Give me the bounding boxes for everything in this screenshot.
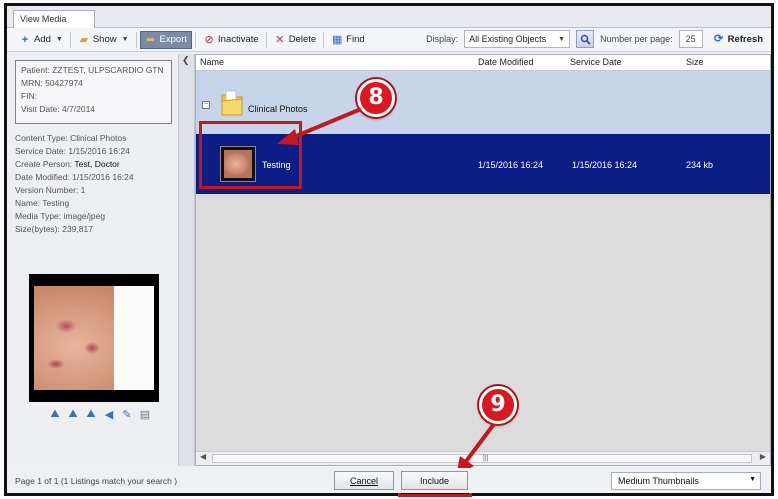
content-type: Content Type: Clinical Photos — [15, 133, 127, 143]
column-header-size[interactable]: Size — [686, 57, 704, 67]
toolbar-divider — [69, 31, 71, 48]
image-viewer-tools: ⛰ ⛰ ⛰ ◀ ✎ ▤ — [49, 408, 151, 421]
media-properties: Content Type: Clinical Photos Service Da… — [15, 132, 175, 236]
cancel-button[interactable]: Cancel — [334, 471, 394, 490]
export-icon: ➦ — [145, 33, 156, 46]
media-size: Size(bytes): 239,817 — [15, 224, 93, 234]
column-header-date-modified[interactable]: Date Modified — [478, 57, 534, 67]
no-entry-icon: ⊘ — [204, 33, 214, 46]
image-preview — [29, 274, 159, 402]
create-person: Create Person: Test, Doctor — [15, 158, 175, 171]
list-header: Name Date Modified Service Date Size — [196, 55, 770, 71]
media-details-panel: Patient: ZZTEST, ULPSCARDIO GTN MRN: 504… — [9, 54, 179, 466]
chevron-down-icon: ▼ — [749, 476, 756, 483]
toolbar-divider — [323, 31, 325, 48]
find-icon: ▦ — [331, 33, 343, 46]
column-header-service-date[interactable]: Service Date — [570, 57, 622, 67]
annotate-icon[interactable]: ✎ — [121, 408, 133, 421]
rotate-icon[interactable]: ◀ — [103, 408, 115, 421]
search-icon — [580, 34, 591, 45]
patient-mrn: MRN: 50427974 — [21, 78, 83, 88]
folder-icon — [221, 90, 243, 116]
group-label: Clinical Photos — [248, 104, 308, 114]
chevron-down-icon: ▼ — [121, 36, 129, 43]
tab-strip: View Media — [7, 6, 771, 28]
display-value: All Existing Objects — [469, 34, 547, 44]
patient-banner: Patient: ZZTEST, ULPSCARDIO GTN MRN: 504… — [15, 60, 172, 124]
fit-icon[interactable]: ⛰ — [85, 408, 97, 421]
delete-label: Delete — [288, 34, 317, 45]
patient-fin: FIN: — [21, 91, 38, 101]
export-button[interactable]: ➦ Export — [139, 30, 193, 49]
per-page-label: Number per page: — [600, 34, 673, 44]
callout-badge-8: 8 — [357, 79, 395, 117]
tab-view-media[interactable]: View Media — [13, 10, 95, 28]
show-label: Show — [92, 34, 117, 45]
scroll-right-icon[interactable]: ▶ — [760, 452, 766, 461]
cancel-label: Cancel — [349, 475, 378, 486]
scrollbar-thumb[interactable]: ||| — [212, 454, 752, 463]
inactivate-button[interactable]: ⊘ Inactivate — [199, 31, 263, 49]
horizontal-scrollbar[interactable]: ◀ ||| ▶ — [196, 451, 770, 465]
chevron-down-icon: ▼ — [55, 36, 63, 43]
delete-x-icon: ✕ — [275, 33, 285, 46]
create-person-label: Create Person: — [15, 159, 73, 169]
preview-photo — [34, 286, 154, 390]
item-date-modified: 1/15/2016 16:24 — [478, 160, 544, 170]
inactivate-label: Inactivate — [218, 34, 259, 45]
bottom-bar: Page 1 of 1 (1 Listings match your searc… — [7, 468, 771, 493]
visit-date: Visit Date: 4/7/2014 — [21, 104, 96, 114]
show-button[interactable]: ▰ Show ▼ — [74, 31, 133, 49]
media-name: Name: Testing — [15, 198, 70, 208]
toolbar: + Add ▼ ▰ Show ▼ ➦ Export ⊘ Inactivate ✕… — [7, 28, 771, 52]
refresh-button[interactable]: ⟳ Refresh — [709, 30, 767, 48]
search-button[interactable] — [576, 30, 595, 48]
export-label: Export — [159, 34, 188, 45]
view-media-window: View Media + Add ▼ ▰ Show ▼ ➦ Export ⊘ I… — [4, 3, 774, 497]
chevron-down-icon: ▼ — [558, 35, 566, 43]
column-header-name[interactable]: Name — [200, 57, 224, 67]
callout-badge-9: 9 — [479, 386, 517, 424]
include-button[interactable]: Include — [401, 471, 468, 490]
view-mode-select[interactable]: Medium Thumbnails ▼ — [611, 472, 761, 490]
display-select[interactable]: All Existing Objects ▼ — [464, 30, 571, 48]
find-label: Find — [346, 34, 365, 45]
plus-icon: + — [21, 33, 29, 46]
service-date: Service Date: 1/15/2016 16:24 — [15, 146, 130, 156]
save-icon[interactable]: ▤ — [139, 408, 151, 421]
version-number: Version Number: 1 — [15, 185, 86, 195]
grip-icon: ||| — [483, 455, 489, 462]
toolbar-divider — [135, 31, 137, 48]
find-button[interactable]: ▦ Find — [327, 31, 368, 49]
page-status: Page 1 of 1 (1 Listings match your searc… — [15, 476, 178, 486]
date-modified: Date Modified: 1/15/2016 16:24 — [15, 172, 134, 182]
collapse-panel-icon[interactable]: ❮ — [179, 54, 194, 67]
patient-name: Patient: ZZTEST, ULPSCARDIO GTN — [21, 65, 164, 75]
media-type: Media Type: image/jpeg — [15, 211, 106, 221]
folder-icon: ▰ — [79, 33, 89, 46]
per-page-input[interactable]: 25 — [678, 30, 703, 48]
delete-button[interactable]: ✕ Delete — [270, 31, 320, 49]
add-label: Add — [34, 34, 51, 45]
refresh-icon: ⟳ — [714, 33, 724, 45]
zoom-out-icon[interactable]: ⛰ — [67, 408, 79, 421]
collapse-group-icon[interactable]: − — [202, 101, 210, 109]
view-mode-value: Medium Thumbnails — [618, 476, 699, 486]
item-service-date: 1/15/2016 16:24 — [572, 160, 638, 170]
toolbar-divider — [195, 31, 197, 48]
create-person-value: Test, Doctor — [74, 159, 120, 169]
refresh-label: Refresh — [727, 33, 763, 45]
display-controls: Display: All Existing Objects ▼ Number p… — [426, 30, 767, 48]
zoom-in-icon[interactable]: ⛰ — [49, 408, 61, 421]
panel-splitter[interactable]: ❮ — [179, 54, 195, 466]
item-size: 234 kb — [686, 160, 714, 170]
toolbar-divider — [265, 31, 267, 48]
display-label: Display: — [426, 34, 459, 44]
include-label: Include — [419, 475, 450, 486]
callout-box-thumbnail — [199, 121, 302, 189]
scroll-left-icon[interactable]: ◀ — [200, 452, 206, 461]
add-button[interactable]: + Add ▼ — [15, 31, 67, 49]
